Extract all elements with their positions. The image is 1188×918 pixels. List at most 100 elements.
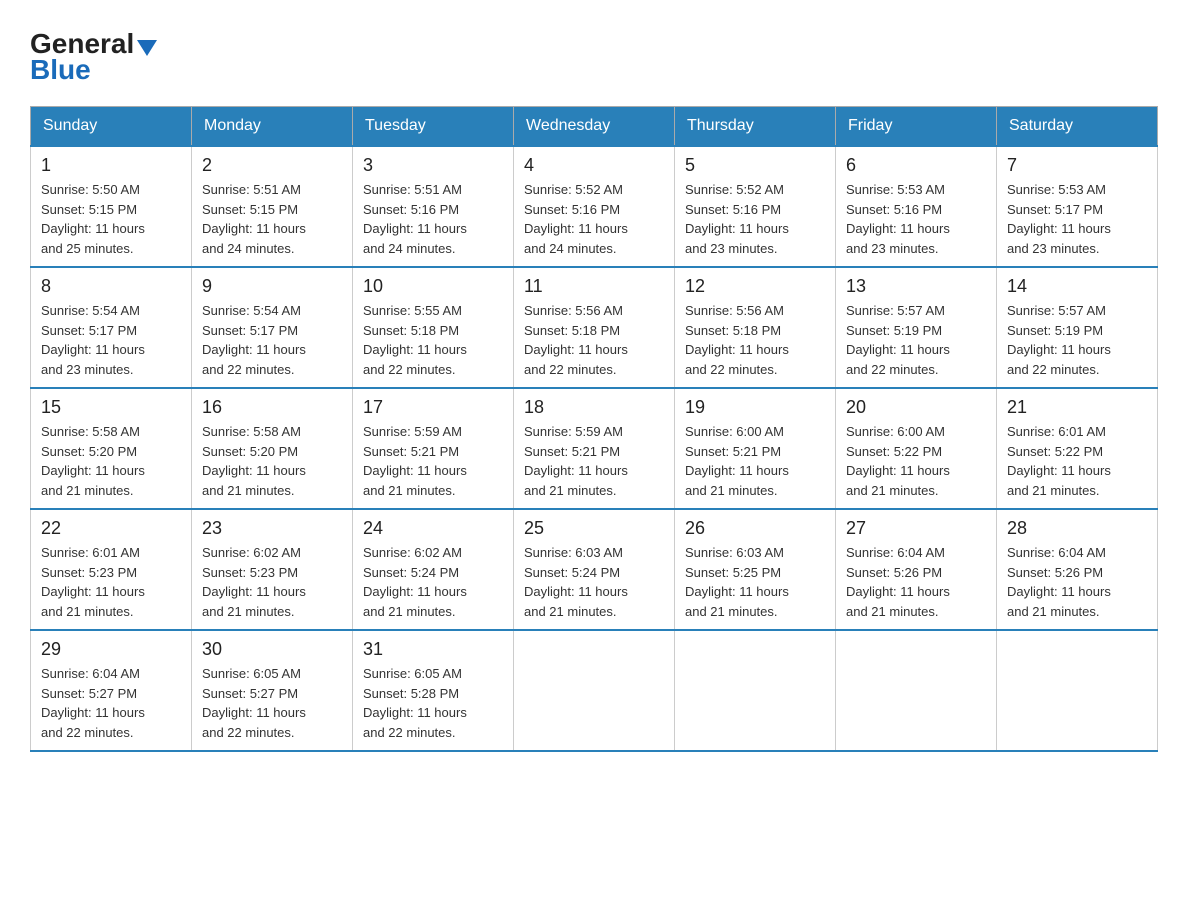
calendar-cell: 27 Sunrise: 6:04 AM Sunset: 5:26 PM Dayl…: [836, 509, 997, 630]
day-info: Sunrise: 5:56 AM Sunset: 5:18 PM Dayligh…: [685, 301, 825, 379]
day-number: 27: [846, 518, 986, 539]
day-info: Sunrise: 6:00 AM Sunset: 5:22 PM Dayligh…: [846, 422, 986, 500]
calendar-week-4: 22 Sunrise: 6:01 AM Sunset: 5:23 PM Dayl…: [31, 509, 1158, 630]
day-info: Sunrise: 5:54 AM Sunset: 5:17 PM Dayligh…: [41, 301, 181, 379]
day-info: Sunrise: 5:52 AM Sunset: 5:16 PM Dayligh…: [685, 180, 825, 258]
calendar-cell: 23 Sunrise: 6:02 AM Sunset: 5:23 PM Dayl…: [192, 509, 353, 630]
logo-triangle-icon: [137, 40, 157, 56]
calendar-cell: 11 Sunrise: 5:56 AM Sunset: 5:18 PM Dayl…: [514, 267, 675, 388]
calendar-cell: 3 Sunrise: 5:51 AM Sunset: 5:16 PM Dayli…: [353, 146, 514, 267]
day-number: 22: [41, 518, 181, 539]
day-info: Sunrise: 6:03 AM Sunset: 5:25 PM Dayligh…: [685, 543, 825, 621]
day-info: Sunrise: 6:02 AM Sunset: 5:23 PM Dayligh…: [202, 543, 342, 621]
day-number: 8: [41, 276, 181, 297]
calendar-cell: 26 Sunrise: 6:03 AM Sunset: 5:25 PM Dayl…: [675, 509, 836, 630]
calendar-cell: 5 Sunrise: 5:52 AM Sunset: 5:16 PM Dayli…: [675, 146, 836, 267]
calendar-cell: 2 Sunrise: 5:51 AM Sunset: 5:15 PM Dayli…: [192, 146, 353, 267]
day-number: 28: [1007, 518, 1147, 539]
weekday-header-friday: Friday: [836, 107, 997, 147]
calendar-cell: 31 Sunrise: 6:05 AM Sunset: 5:28 PM Dayl…: [353, 630, 514, 751]
calendar-table: SundayMondayTuesdayWednesdayThursdayFrid…: [30, 106, 1158, 752]
day-info: Sunrise: 6:04 AM Sunset: 5:26 PM Dayligh…: [846, 543, 986, 621]
day-info: Sunrise: 6:04 AM Sunset: 5:27 PM Dayligh…: [41, 664, 181, 742]
day-number: 30: [202, 639, 342, 660]
calendar-cell: 18 Sunrise: 5:59 AM Sunset: 5:21 PM Dayl…: [514, 388, 675, 509]
calendar-header-row: SundayMondayTuesdayWednesdayThursdayFrid…: [31, 107, 1158, 147]
calendar-cell: [836, 630, 997, 751]
day-number: 4: [524, 155, 664, 176]
day-number: 3: [363, 155, 503, 176]
calendar-week-5: 29 Sunrise: 6:04 AM Sunset: 5:27 PM Dayl…: [31, 630, 1158, 751]
day-number: 20: [846, 397, 986, 418]
weekday-header-thursday: Thursday: [675, 107, 836, 147]
day-number: 10: [363, 276, 503, 297]
calendar-cell: 1 Sunrise: 5:50 AM Sunset: 5:15 PM Dayli…: [31, 146, 192, 267]
calendar-cell: 21 Sunrise: 6:01 AM Sunset: 5:22 PM Dayl…: [997, 388, 1158, 509]
day-info: Sunrise: 5:53 AM Sunset: 5:16 PM Dayligh…: [846, 180, 986, 258]
day-info: Sunrise: 6:01 AM Sunset: 5:23 PM Dayligh…: [41, 543, 181, 621]
calendar-cell: 7 Sunrise: 5:53 AM Sunset: 5:17 PM Dayli…: [997, 146, 1158, 267]
calendar-cell: 19 Sunrise: 6:00 AM Sunset: 5:21 PM Dayl…: [675, 388, 836, 509]
day-number: 24: [363, 518, 503, 539]
weekday-header-saturday: Saturday: [997, 107, 1158, 147]
day-info: Sunrise: 6:05 AM Sunset: 5:28 PM Dayligh…: [363, 664, 503, 742]
calendar-week-3: 15 Sunrise: 5:58 AM Sunset: 5:20 PM Dayl…: [31, 388, 1158, 509]
day-number: 13: [846, 276, 986, 297]
day-info: Sunrise: 6:01 AM Sunset: 5:22 PM Dayligh…: [1007, 422, 1147, 500]
day-number: 16: [202, 397, 342, 418]
day-info: Sunrise: 5:51 AM Sunset: 5:15 PM Dayligh…: [202, 180, 342, 258]
calendar-cell: 8 Sunrise: 5:54 AM Sunset: 5:17 PM Dayli…: [31, 267, 192, 388]
day-info: Sunrise: 5:54 AM Sunset: 5:17 PM Dayligh…: [202, 301, 342, 379]
logo: General Blue: [30, 30, 157, 86]
day-info: Sunrise: 6:02 AM Sunset: 5:24 PM Dayligh…: [363, 543, 503, 621]
weekday-header-sunday: Sunday: [31, 107, 192, 147]
calendar-cell: 17 Sunrise: 5:59 AM Sunset: 5:21 PM Dayl…: [353, 388, 514, 509]
day-number: 23: [202, 518, 342, 539]
calendar-cell: 22 Sunrise: 6:01 AM Sunset: 5:23 PM Dayl…: [31, 509, 192, 630]
day-number: 1: [41, 155, 181, 176]
day-info: Sunrise: 5:51 AM Sunset: 5:16 PM Dayligh…: [363, 180, 503, 258]
page-header: General Blue: [30, 30, 1158, 86]
day-info: Sunrise: 5:59 AM Sunset: 5:21 PM Dayligh…: [524, 422, 664, 500]
day-info: Sunrise: 5:53 AM Sunset: 5:17 PM Dayligh…: [1007, 180, 1147, 258]
day-number: 31: [363, 639, 503, 660]
day-number: 6: [846, 155, 986, 176]
day-number: 29: [41, 639, 181, 660]
calendar-cell: 13 Sunrise: 5:57 AM Sunset: 5:19 PM Dayl…: [836, 267, 997, 388]
day-number: 21: [1007, 397, 1147, 418]
day-info: Sunrise: 5:55 AM Sunset: 5:18 PM Dayligh…: [363, 301, 503, 379]
calendar-cell: 20 Sunrise: 6:00 AM Sunset: 5:22 PM Dayl…: [836, 388, 997, 509]
calendar-cell: 6 Sunrise: 5:53 AM Sunset: 5:16 PM Dayli…: [836, 146, 997, 267]
weekday-header-monday: Monday: [192, 107, 353, 147]
calendar-cell: 10 Sunrise: 5:55 AM Sunset: 5:18 PM Dayl…: [353, 267, 514, 388]
calendar-cell: 29 Sunrise: 6:04 AM Sunset: 5:27 PM Dayl…: [31, 630, 192, 751]
calendar-cell: 14 Sunrise: 5:57 AM Sunset: 5:19 PM Dayl…: [997, 267, 1158, 388]
day-number: 2: [202, 155, 342, 176]
calendar-cell: [514, 630, 675, 751]
calendar-cell: 24 Sunrise: 6:02 AM Sunset: 5:24 PM Dayl…: [353, 509, 514, 630]
day-number: 5: [685, 155, 825, 176]
calendar-cell: 4 Sunrise: 5:52 AM Sunset: 5:16 PM Dayli…: [514, 146, 675, 267]
day-number: 7: [1007, 155, 1147, 176]
day-info: Sunrise: 5:59 AM Sunset: 5:21 PM Dayligh…: [363, 422, 503, 500]
day-number: 12: [685, 276, 825, 297]
weekday-header-tuesday: Tuesday: [353, 107, 514, 147]
day-number: 14: [1007, 276, 1147, 297]
calendar-cell: 12 Sunrise: 5:56 AM Sunset: 5:18 PM Dayl…: [675, 267, 836, 388]
day-info: Sunrise: 6:00 AM Sunset: 5:21 PM Dayligh…: [685, 422, 825, 500]
day-number: 15: [41, 397, 181, 418]
day-number: 9: [202, 276, 342, 297]
calendar-week-1: 1 Sunrise: 5:50 AM Sunset: 5:15 PM Dayli…: [31, 146, 1158, 267]
calendar-cell: 28 Sunrise: 6:04 AM Sunset: 5:26 PM Dayl…: [997, 509, 1158, 630]
day-info: Sunrise: 5:57 AM Sunset: 5:19 PM Dayligh…: [1007, 301, 1147, 379]
calendar-cell: 30 Sunrise: 6:05 AM Sunset: 5:27 PM Dayl…: [192, 630, 353, 751]
day-info: Sunrise: 6:05 AM Sunset: 5:27 PM Dayligh…: [202, 664, 342, 742]
logo-blue: Blue: [30, 54, 91, 86]
day-info: Sunrise: 6:04 AM Sunset: 5:26 PM Dayligh…: [1007, 543, 1147, 621]
day-number: 11: [524, 276, 664, 297]
day-number: 25: [524, 518, 664, 539]
calendar-cell: 16 Sunrise: 5:58 AM Sunset: 5:20 PM Dayl…: [192, 388, 353, 509]
day-info: Sunrise: 5:58 AM Sunset: 5:20 PM Dayligh…: [202, 422, 342, 500]
calendar-cell: [997, 630, 1158, 751]
day-number: 17: [363, 397, 503, 418]
